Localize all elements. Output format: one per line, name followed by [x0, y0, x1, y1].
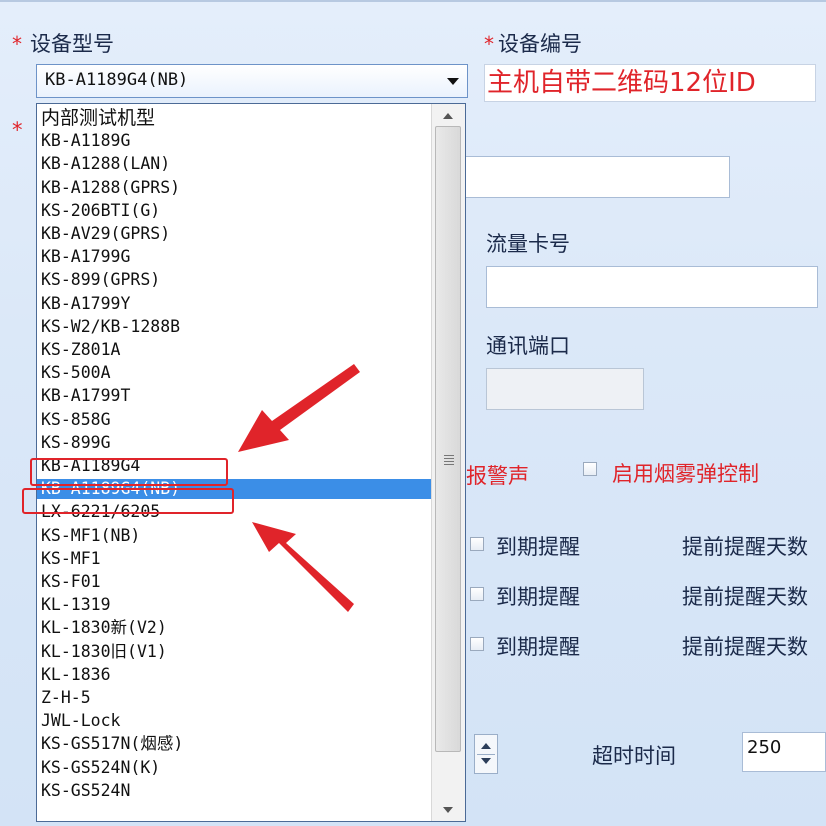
arrow-pointing-left-icon: [252, 522, 354, 612]
arrow-up-left-icon: [238, 364, 360, 452]
annotation-arrows: [238, 364, 360, 612]
